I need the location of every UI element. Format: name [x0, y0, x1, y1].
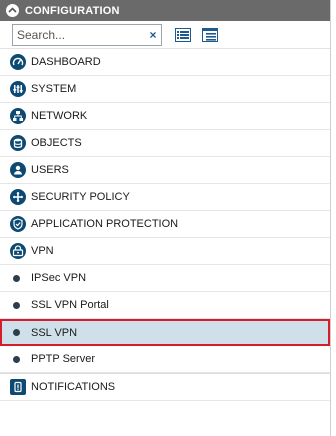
clear-search-icon[interactable]: ×	[145, 25, 161, 45]
menu-item-network[interactable]: NETWORK	[0, 103, 330, 130]
menu-item-notifications[interactable]: NOTIFICATIONS	[0, 374, 330, 401]
search-input[interactable]	[13, 24, 145, 45]
vpn-group: VPN IPSec VPN SSL VPN Portal SSL VPN PPT…	[0, 238, 330, 374]
submenu-item-ssl-vpn-portal[interactable]: SSL VPN Portal	[0, 292, 330, 319]
network-icon	[10, 108, 26, 124]
panel-header[interactable]: CONFIGURATION	[0, 0, 330, 21]
submenu-item-pptp-server[interactable]: PPTP Server	[0, 346, 330, 373]
menu-item-application-protection[interactable]: APPLICATION PROTECTION	[0, 211, 330, 238]
menu-item-label: USERS	[31, 164, 69, 176]
submenu-item-label: IPSec VPN	[31, 272, 87, 284]
menu-item-label: OBJECTS	[31, 137, 82, 149]
menu-item-label: SECURITY POLICY	[31, 191, 130, 203]
menu-item-label: NETWORK	[31, 110, 88, 122]
collapse-all-icon[interactable]	[201, 26, 219, 44]
menu-item-dashboard[interactable]: DASHBOARD	[0, 49, 330, 76]
submenu-item-label: SSL VPN Portal	[31, 299, 109, 311]
menu-item-security-policy[interactable]: SECURITY POLICY	[0, 184, 330, 211]
submenu-item-ssl-vpn[interactable]: SSL VPN	[0, 319, 330, 346]
submenu-item-label: SSL VPN	[31, 326, 78, 339]
application-protection-icon	[10, 216, 26, 232]
submenu-item-label: PPTP Server	[31, 353, 95, 365]
panel-title: CONFIGURATION	[25, 4, 120, 17]
dashboard-icon	[10, 54, 26, 70]
menu-item-objects[interactable]: OBJECTS	[0, 130, 330, 157]
bullet-icon	[13, 329, 20, 336]
menu-item-label: NOTIFICATIONS	[31, 381, 116, 393]
menu-item-label: SYSTEM	[31, 83, 77, 95]
notifications-icon	[10, 379, 26, 395]
security-policy-icon	[10, 189, 26, 205]
bullet-icon	[13, 301, 20, 309]
objects-icon	[10, 135, 26, 151]
vpn-icon	[10, 243, 26, 259]
configuration-panel: CONFIGURATION ×	[0, 0, 331, 436]
system-icon	[10, 81, 26, 97]
menu-item-vpn[interactable]: VPN	[0, 238, 330, 265]
bullet-icon	[13, 274, 20, 282]
toolbar: ×	[0, 21, 330, 49]
search-box: ×	[12, 23, 162, 46]
menu-item-system[interactable]: SYSTEM	[0, 76, 330, 103]
menu-item-label: DASHBOARD	[31, 56, 101, 68]
users-icon	[10, 162, 26, 178]
expand-all-icon[interactable]	[174, 26, 192, 44]
menu-item-users[interactable]: USERS	[0, 157, 330, 184]
bullet-icon	[13, 355, 20, 363]
submenu-item-ipsec-vpn[interactable]: IPSec VPN	[0, 265, 330, 292]
menu-item-label: VPN	[31, 245, 54, 257]
menu-item-label: APPLICATION PROTECTION	[31, 218, 179, 230]
collapse-icon[interactable]	[6, 4, 19, 17]
